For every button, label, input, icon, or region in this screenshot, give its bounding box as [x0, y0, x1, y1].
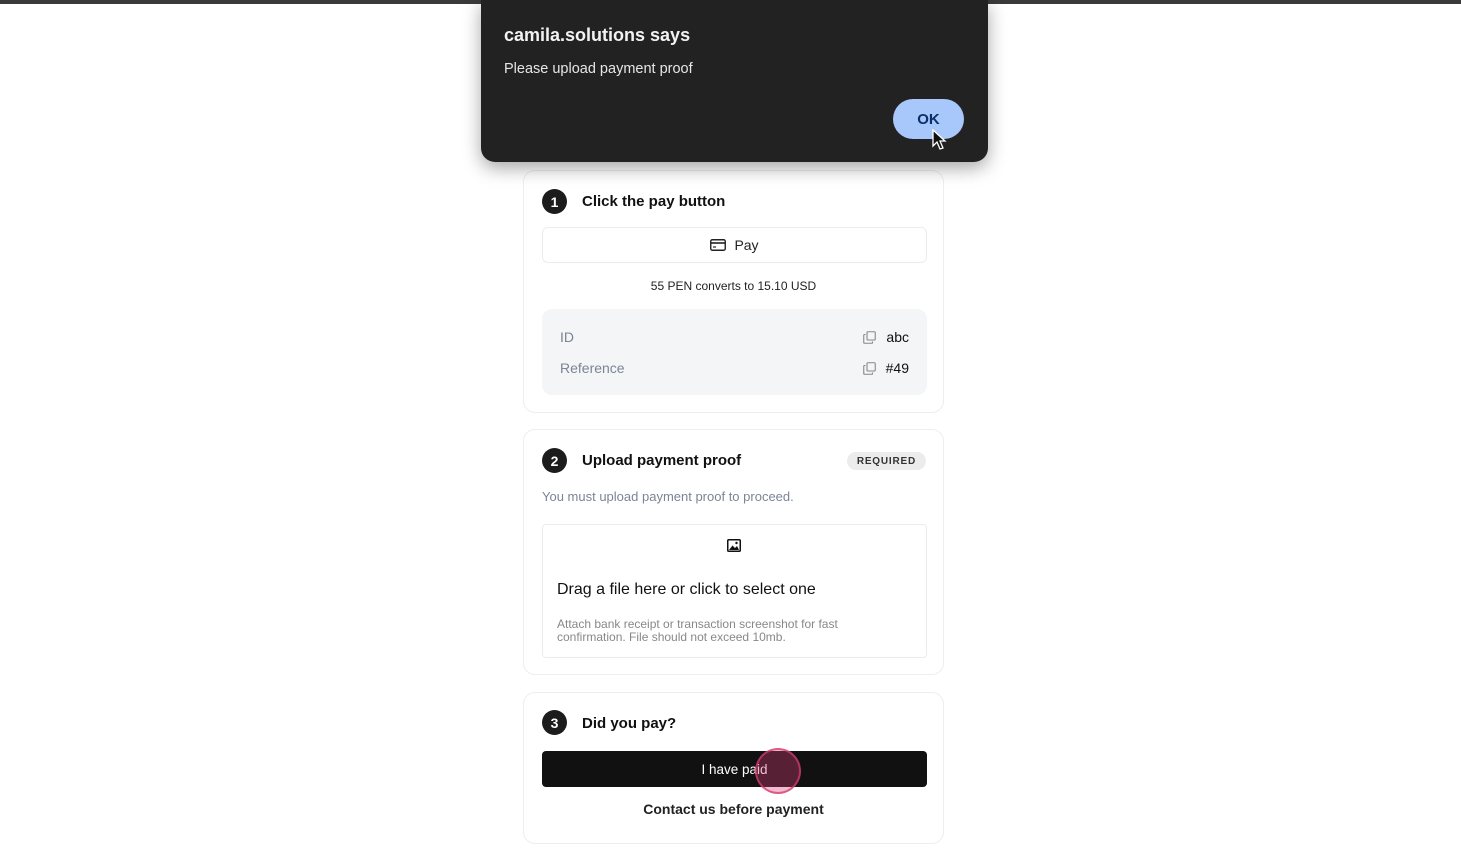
alert-message: Please upload payment proof	[504, 61, 693, 77]
step-2-card: 2 Upload payment proof REQUIRED You must…	[523, 429, 944, 675]
alert-ok-button[interactable]: OK	[893, 99, 964, 139]
file-dropzone[interactable]: Drag a file here or click to select one …	[542, 524, 927, 658]
dropzone-hint: Attach bank receipt or transaction scree…	[557, 617, 838, 644]
alert-title: camila.solutions says	[504, 25, 691, 45]
step-2-title: Upload payment proof	[582, 452, 742, 469]
step-3-number: 3	[542, 710, 567, 735]
reference-label: Reference	[560, 360, 625, 376]
step-3-title: Did you pay?	[582, 715, 677, 732]
copy-icon[interactable]	[863, 330, 877, 344]
dropzone-title: Drag a file here or click to select one	[557, 581, 816, 598]
conversion-text: 55 PEN converts to 15.10 USD	[650, 279, 817, 293]
step-3-card: 3 Did you pay? I have paid Contact us be…	[523, 692, 944, 844]
step-2-number: 2	[542, 448, 567, 473]
required-badge: REQUIRED	[846, 452, 926, 470]
click-indicator	[755, 748, 801, 794]
id-row: ID abc	[560, 327, 909, 347]
pay-button-label: Pay	[734, 237, 759, 253]
credit-card-icon	[710, 239, 727, 251]
pay-button[interactable]: Pay	[542, 227, 927, 263]
i-have-paid-button[interactable]: I have paid	[542, 751, 927, 787]
id-value: abc	[886, 329, 909, 345]
image-icon	[727, 539, 741, 552]
copy-icon[interactable]	[862, 361, 876, 375]
payment-details: ID abc Reference #49	[542, 309, 927, 395]
mouse-pointer-icon	[932, 129, 947, 150]
reference-value: #49	[885, 360, 909, 376]
alert-dialog: camila.solutions says Please upload paym…	[481, 0, 988, 162]
reference-row: Reference #49	[560, 358, 909, 378]
step-1-number: 1	[542, 189, 567, 214]
contact-link[interactable]: Contact us before payment	[524, 801, 943, 817]
id-label: ID	[560, 329, 574, 345]
upload-requirement-note: You must upload payment proof to proceed…	[542, 489, 794, 504]
step-1-card: 1 Click the pay button Pay 55 PEN conver…	[523, 170, 944, 413]
step-1-title: Click the pay button	[582, 193, 726, 210]
